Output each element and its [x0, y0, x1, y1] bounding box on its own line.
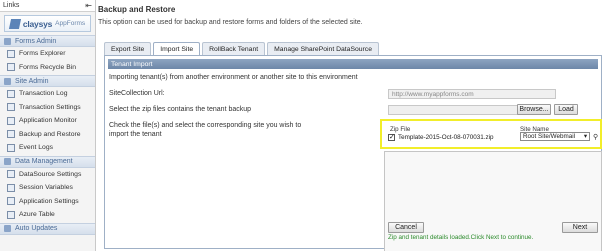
section-auto-updates: Auto Updates: [0, 222, 95, 235]
backup-icon: [7, 130, 15, 139]
sidebar-item-label: Application Settings: [19, 197, 79, 205]
sidebar-item-transaction-settings[interactable]: Transaction Settings: [0, 101, 95, 115]
sidebar-item-forms-explorer[interactable]: Forms Explorer: [0, 47, 95, 61]
tab-manage-sharepoint-datasource[interactable]: Manage SharePoint DataSource: [267, 42, 379, 55]
logo-mark-icon: [8, 18, 21, 29]
sidebar: Links ⇤ claysys AppForms Forms Admin For…: [0, 0, 96, 251]
links-title: Links: [3, 2, 20, 9]
sidebar-item-label: Azure Table: [19, 211, 55, 219]
zip-file-column-header: Zip File: [390, 126, 411, 133]
section-header[interactable]: Forms Admin: [0, 35, 95, 47]
sidebar-item-label: Application Monitor: [19, 117, 77, 125]
section-header[interactable]: Site Admin: [0, 75, 95, 87]
site-name-value: Root Site/Webmail: [523, 133, 576, 140]
page-title: Backup and Restore: [98, 5, 176, 14]
logo: claysys AppForms: [4, 15, 91, 32]
site-url-field[interactable]: http://www.myappforms.com: [388, 89, 556, 99]
app-settings-icon: [7, 197, 15, 206]
next-button[interactable]: Next: [562, 222, 598, 233]
browse-button[interactable]: Browse...: [517, 104, 551, 115]
sidebar-item-application-settings[interactable]: Application Settings: [0, 195, 95, 209]
sidebar-item-label: DataSource Settings: [19, 170, 82, 178]
import-panel: Tenant Import Importing tenant(s) from a…: [104, 55, 602, 251]
links-bar: Links ⇤: [0, 0, 95, 12]
tab-import-site[interactable]: Import Site: [153, 42, 201, 56]
sidebar-item-session-variables[interactable]: Session Variables: [0, 181, 95, 195]
section-header-label: Auto Updates: [15, 225, 58, 232]
check-files-label-line1: Check the file(s) and select the corresp…: [109, 122, 302, 129]
pin-icon[interactable]: ⇤: [85, 1, 92, 10]
section-header-label: Data Management: [15, 158, 73, 165]
tenant-file-grid: Zip File Site Name ✓ Template-2015-Oct-0…: [380, 119, 602, 149]
sidebar-item-label: Event Logs: [19, 144, 54, 152]
site-icon: [4, 77, 11, 85]
sidebar-item-backup-and-restore[interactable]: Backup and Restore: [0, 128, 95, 142]
section-header-label: Forms Admin: [15, 37, 57, 45]
tab-bar: Export Site Import Site RollBack Tenant …: [104, 42, 379, 56]
sidebar-item-application-monitor[interactable]: Application Monitor: [0, 114, 95, 128]
sidebar-item-label: Forms Recycle Bin: [19, 63, 77, 71]
page-description: This option can be used for backup and r…: [98, 19, 363, 26]
site-name-select[interactable]: Root Site/Webmail ▾: [520, 132, 590, 141]
section-site-admin: Site Admin Transaction Log Transaction S…: [0, 75, 95, 155]
zip-select-label: Select the zip files contains the tenant…: [109, 106, 252, 113]
sidebar-item-label: Backup and Restore: [19, 130, 81, 138]
section-data-management: Data Management DataSource Settings Sess…: [0, 155, 95, 222]
sidebar-item-datasource-settings[interactable]: DataSource Settings: [0, 168, 95, 182]
logo-sub: AppForms: [55, 20, 86, 27]
main-content: Backup and Restore This option can be us…: [96, 0, 606, 251]
sidebar-item-label: Session Variables: [19, 184, 73, 192]
zip-file-row: ✓ Template-2015-Oct-08-070031.zip: [388, 134, 494, 141]
load-button[interactable]: Load: [554, 104, 578, 115]
database-icon: [4, 158, 11, 165]
section-header[interactable]: Data Management: [0, 155, 95, 168]
zip-file-checkbox[interactable]: ✓: [388, 134, 395, 141]
log-icon: [7, 89, 15, 98]
sidebar-item-event-logs[interactable]: Event Logs: [0, 141, 95, 155]
recycle-bin-icon: [7, 63, 15, 72]
folder-icon: [7, 49, 15, 58]
section-header[interactable]: Auto Updates: [0, 222, 95, 235]
status-message: Zip and tenant details loaded.Click Next…: [388, 234, 534, 241]
tab-rollback-tenant[interactable]: RollBack Tenant: [202, 42, 266, 55]
update-icon: [4, 225, 11, 232]
event-log-icon: [7, 143, 15, 152]
sidebar-item-forms-recycle-bin[interactable]: Forms Recycle Bin: [0, 61, 95, 75]
azure-table-icon: [7, 210, 15, 219]
import-intro: Importing tenant(s) from another environ…: [109, 74, 358, 81]
sidebar-item-transaction-log[interactable]: Transaction Log: [0, 87, 95, 101]
monitor-icon: [7, 116, 15, 125]
zip-file-name: Template-2015-Oct-08-070031.zip: [398, 134, 494, 141]
lookup-icon[interactable]: ⚲: [593, 133, 598, 141]
chevron-down-icon: ▾: [583, 133, 587, 140]
logo-brand: claysys: [22, 18, 53, 29]
check-files-label-line2: import the tenant: [109, 131, 162, 138]
variables-icon: [7, 183, 15, 192]
sidebar-item-label: Forms Explorer: [19, 50, 66, 58]
settings-icon: [7, 103, 15, 112]
forms-icon: [4, 37, 11, 45]
sidebar-item-label: Transaction Settings: [19, 103, 81, 111]
tab-export-site[interactable]: Export Site: [104, 42, 152, 55]
site-url-label: SiteCollection Url:: [109, 90, 165, 97]
section-forms-admin: Forms Admin Forms Explorer Forms Recycle…: [0, 35, 95, 74]
sidebar-item-label: Transaction Log: [19, 90, 68, 98]
cancel-button[interactable]: Cancel: [388, 222, 424, 233]
section-header-label: Site Admin: [15, 77, 49, 85]
datasource-icon: [7, 170, 15, 179]
sidebar-item-azure-table[interactable]: Azure Table: [0, 208, 95, 222]
panel-header: Tenant Import: [108, 59, 598, 69]
